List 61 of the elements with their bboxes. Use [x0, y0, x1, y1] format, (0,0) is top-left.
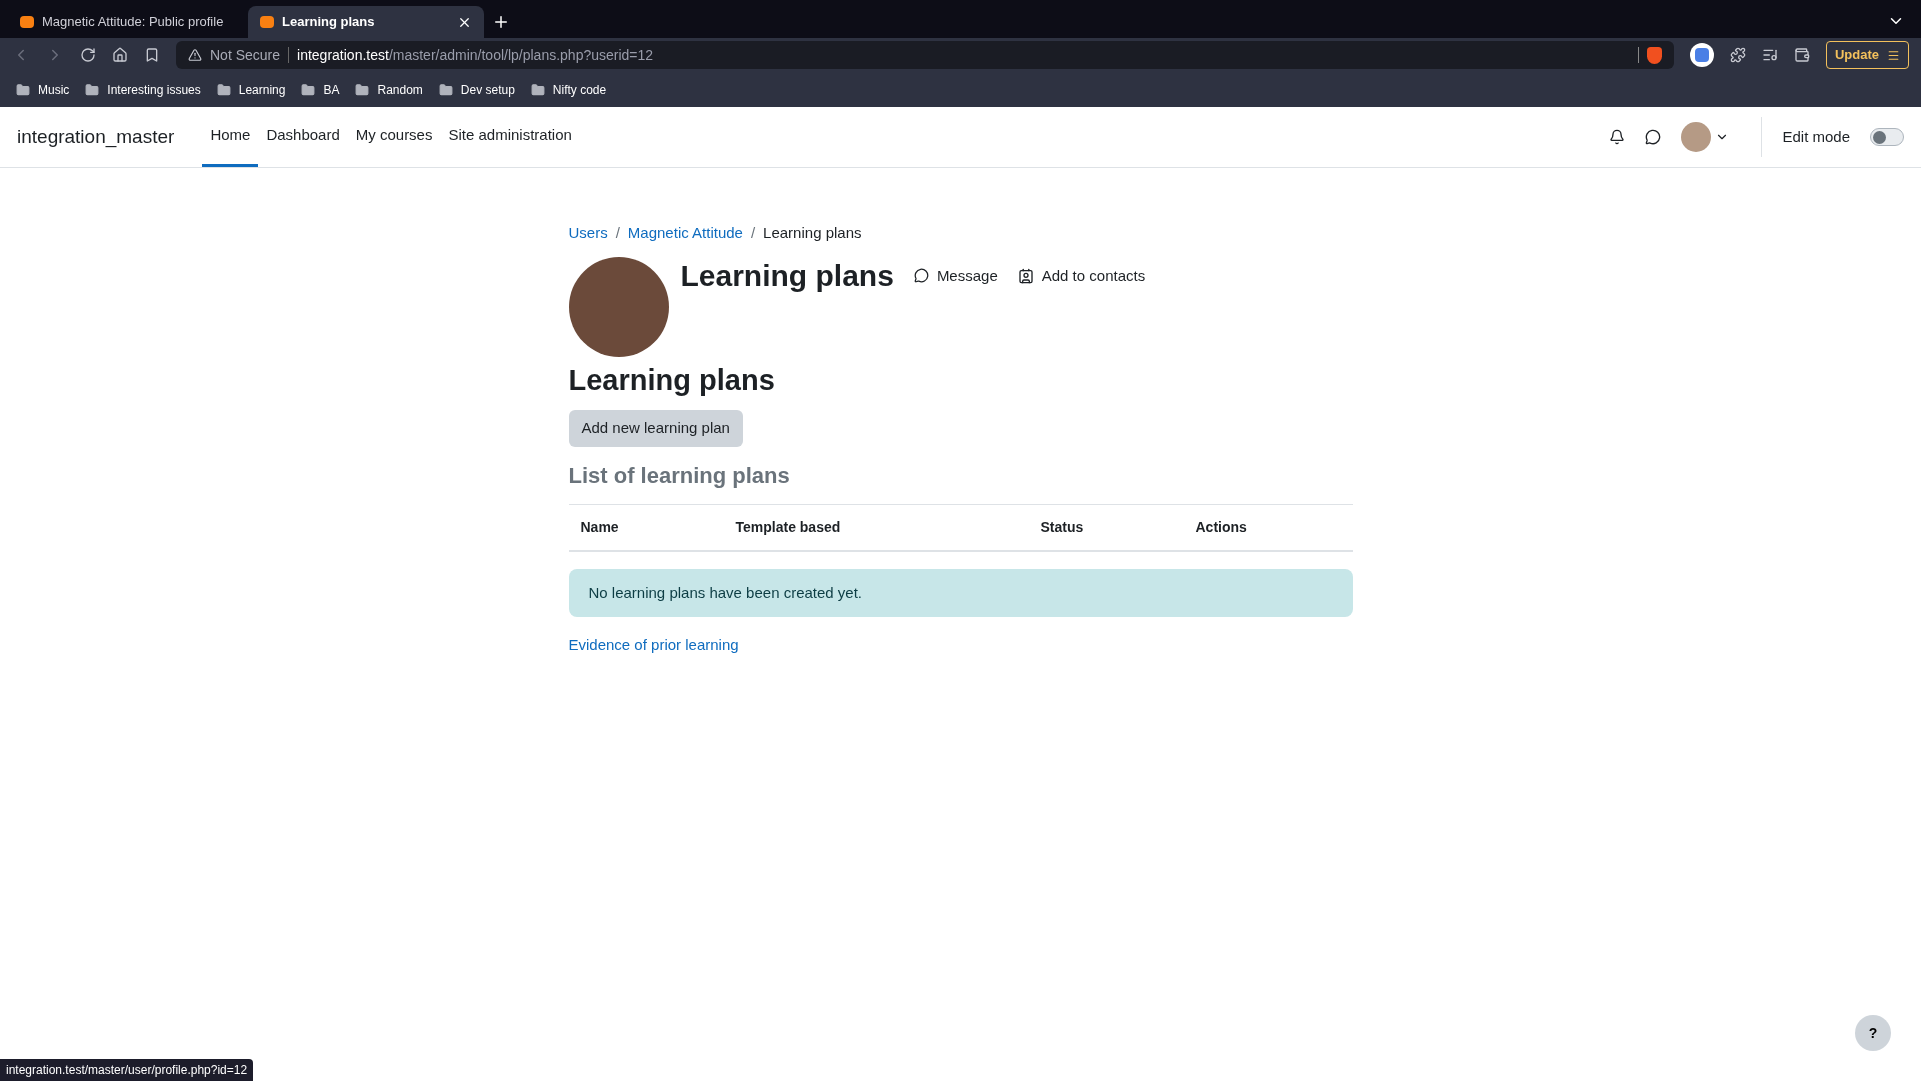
home-icon[interactable]: [112, 47, 128, 63]
chat-bubble-icon: [913, 268, 929, 284]
nav-link[interactable]: Site administration: [440, 107, 580, 167]
add-contact-link[interactable]: Add to contacts: [1017, 264, 1146, 287]
site-name[interactable]: integration_master: [17, 122, 175, 152]
extensions-icon[interactable]: [1729, 47, 1746, 63]
contact-card-icon: [1017, 267, 1034, 284]
nav-link[interactable]: My courses: [347, 107, 441, 167]
url-host: integration.test: [297, 45, 389, 65]
breadcrumb-link[interactable]: Magnetic Attitude: [627, 222, 743, 245]
browser-tab[interactable]: Magnetic Attitude: Public profile: [8, 6, 244, 38]
status-bar-url: integration.test/master/user/profile.php?id=12: [0, 1059, 254, 1081]
column-header: Actions: [1194, 517, 1248, 537]
warning-icon: [188, 48, 202, 62]
menu-icon: [1887, 48, 1900, 62]
add-plan-button[interactable]: Add new learning plan: [568, 410, 743, 447]
folder-icon: [85, 82, 100, 97]
edit-mode-switch[interactable]: [1870, 128, 1904, 146]
bookmark-icon[interactable]: [144, 47, 160, 63]
help-button[interactable]: ?: [1855, 1015, 1891, 1051]
bookmark-item[interactable]: Music: [16, 80, 70, 99]
bookmark-item[interactable]: Interesting issues: [85, 80, 201, 99]
messages-icon[interactable]: [1645, 129, 1662, 145]
bookmark-item[interactable]: Dev setup: [438, 80, 515, 99]
playlist-icon[interactable]: [1761, 47, 1778, 63]
nav-link[interactable]: Dashboard: [258, 107, 348, 167]
browser-tab[interactable]: Learning plans: [248, 6, 484, 38]
folder-icon: [216, 82, 231, 97]
reload-icon[interactable]: [80, 47, 96, 63]
security-label: Not Secure: [210, 45, 281, 65]
column-header: Name: [579, 517, 620, 537]
folder-icon: [16, 82, 30, 97]
address-bar[interactable]: Not Secure integration.test/master/admin/tool/lp/plans.php?userid=12: [176, 41, 1674, 69]
list-heading: List of learning plans: [568, 461, 791, 490]
bookmark-item[interactable]: Learning: [216, 80, 286, 99]
header-title: Learning plans: [680, 260, 894, 291]
folder-icon: [301, 82, 316, 97]
breadcrumb-separator: /: [615, 223, 620, 243]
new-tab-icon[interactable]: [492, 13, 510, 31]
update-button[interactable]: Update: [1825, 41, 1909, 69]
edit-mode-label: Edit mode: [1782, 126, 1850, 147]
info-notice: No learning plans have been created yet.: [568, 568, 1353, 617]
folder-icon: [355, 82, 370, 97]
column-header: Status: [1039, 517, 1085, 537]
notifications-icon[interactable]: [1609, 129, 1626, 145]
breadcrumb-current: Learning plans: [763, 223, 862, 243]
bookmark-item[interactable]: Nifty code: [530, 80, 607, 99]
breadcrumb-separator: /: [750, 223, 756, 243]
folder-icon: [438, 82, 453, 97]
wallet-icon[interactable]: [1793, 47, 1810, 63]
message-link[interactable]: Message: [913, 264, 998, 287]
evidence-link[interactable]: Evidence of prior learning: [568, 634, 739, 657]
breadcrumb-link[interactable]: Users: [568, 222, 608, 245]
folder-icon: [530, 82, 545, 97]
column-header: Template based: [734, 517, 842, 537]
url-path: /master/admin/tool/lp/plans.php?userid=12: [388, 45, 654, 65]
bookmark-item[interactable]: BA: [301, 80, 340, 99]
bookmark-item[interactable]: Random: [355, 80, 423, 99]
nav-link[interactable]: Home: [202, 107, 259, 167]
page-title: Learning plans: [568, 362, 776, 398]
shield-icon[interactable]: [1646, 46, 1662, 64]
